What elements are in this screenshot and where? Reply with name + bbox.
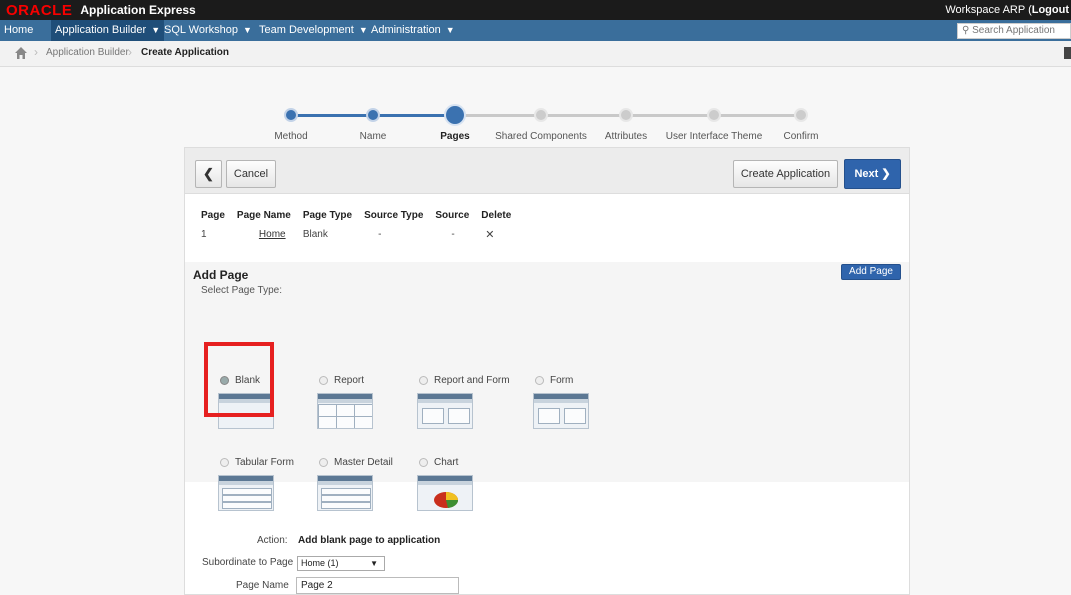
step-attributes-label: Attributes (604, 131, 648, 142)
wizard-toolbar: ❮ Cancel Create Application Next ❯ (185, 148, 909, 194)
chevron-down-icon: ▼ (445, 25, 455, 35)
page-type-label: Form (550, 375, 574, 386)
radio-button[interactable] (535, 376, 544, 385)
workspace-name: Workspace ARP (945, 4, 1025, 16)
pages-table: Page Page Name Page Type Source Type Sou… (201, 210, 523, 241)
cancel-button[interactable]: Cancel (226, 160, 276, 188)
nav-administration[interactable]: Administration ▼ (367, 20, 459, 41)
add-page-button[interactable]: Add Page (841, 264, 901, 280)
form-page-thumbnail[interactable] (533, 393, 589, 429)
page-name-field[interactable]: Page 2 (296, 577, 459, 594)
product-name: Application Express (80, 3, 196, 17)
step-name-label: Name (359, 131, 387, 142)
chevron-down-icon: ▼ (243, 25, 252, 35)
report-and-form-thumbnail[interactable] (417, 393, 473, 429)
page-type-label: Tabular Form (235, 457, 294, 468)
subordinate-label: Subordinate to Page (202, 557, 294, 568)
search-placeholder: Search Application (972, 25, 1055, 36)
page-type-label: Chart (434, 457, 459, 468)
progress-line (373, 114, 455, 117)
next-label: Next (854, 168, 879, 180)
select-page-type-label: Select Page Type: (201, 285, 282, 296)
action-label: Action: (257, 535, 288, 546)
chevron-right-icon: ❯ (881, 168, 891, 180)
page-type-label: Report (334, 375, 365, 386)
step-shared-components-dot (534, 108, 548, 122)
wizard-progress: Method Name Pages Shared Components Attr… (0, 67, 1071, 147)
column-header: Source (435, 210, 470, 221)
create-app-panel: ❮ Cancel Create Application Next ❯ Page … (184, 147, 910, 595)
subordinate-page-value: Home (1) (301, 558, 339, 568)
page-type-label: Report and Form (434, 375, 510, 386)
subordinate-page-select[interactable]: Home (1) ▼ (297, 556, 385, 571)
breadcrumb-separator: › (128, 45, 132, 59)
wizard-stage: Method Name Pages Shared Components Attr… (0, 67, 1071, 595)
action-value: Add blank page to application (298, 535, 441, 546)
step-ui-theme-label: User Interface Theme (665, 131, 763, 142)
dropdown-arrow-icon: ▼ (370, 559, 378, 568)
source-type-cell: - (378, 229, 382, 240)
step-method-dot (284, 108, 298, 122)
add-page-title: Add Page (193, 268, 249, 282)
nav-application-builder[interactable]: Application Builder ▼ (51, 20, 165, 41)
delete-icon[interactable]: ✕ (481, 225, 523, 241)
nav-sql-workshop[interactable]: SQL Workshop ▼ (160, 20, 256, 41)
app-header: ORACLE Application Express Workspace ARP… (0, 0, 1071, 20)
nav-team-development[interactable]: Team Development ▼ (255, 20, 372, 41)
table-header-row: Page Page Name Page Type Source Type Sou… (201, 210, 523, 225)
column-header: Source Type (364, 210, 424, 221)
home-icon[interactable] (14, 46, 28, 60)
table-row: 1 Home Blank - - ✕ (201, 225, 523, 241)
radio-button[interactable] (419, 376, 428, 385)
next-button[interactable]: Next ❯ (844, 159, 901, 189)
column-header: Page Name (236, 210, 291, 221)
master-detail-thumbnail[interactable] (317, 475, 373, 511)
radio-button[interactable] (319, 376, 328, 385)
tabular-form-thumbnail[interactable] (218, 475, 274, 511)
chevron-down-icon: ▼ (151, 25, 161, 35)
report-page-thumbnail[interactable] (317, 393, 373, 429)
page-name-label: Page Name (236, 580, 289, 591)
logout-link[interactable]: Logout (1032, 4, 1069, 16)
main-nav: Home Application Builder ▼ SQL Workshop … (0, 20, 1071, 41)
step-method-label: Method (274, 131, 308, 142)
progress-line (291, 114, 373, 117)
step-ui-theme-dot (707, 108, 721, 122)
step-confirm-label: Confirm (783, 131, 819, 142)
step-confirm-dot (794, 108, 808, 122)
step-shared-components-label: Shared Components (495, 131, 587, 142)
panel-toggle-icon[interactable] (1064, 47, 1071, 59)
selection-highlight-box (204, 342, 274, 417)
radio-button[interactable] (319, 458, 328, 467)
workspace-info: Workspace ARP (Logout (945, 4, 1069, 16)
nav-home[interactable]: Home (0, 20, 37, 41)
chart-page-thumbnail[interactable] (417, 475, 473, 511)
step-pages-label: Pages (440, 131, 470, 142)
radio-button[interactable] (419, 458, 428, 467)
step-pages-dot (444, 104, 466, 126)
breadcrumb-application-builder[interactable]: Application Builder (46, 47, 129, 58)
breadcrumb-separator: › (34, 45, 38, 59)
oracle-logo: ORACLE Application Express (6, 1, 196, 19)
page-name-link[interactable]: Home (237, 225, 303, 241)
add-page-section: Add Page Select Page Type: Add Page (185, 262, 909, 482)
breadcrumb-create-application: Create Application (141, 47, 229, 58)
column-header: Page Type (302, 210, 353, 221)
oracle-logo-text: ORACLE (6, 1, 73, 19)
back-button[interactable]: ❮ (195, 160, 222, 188)
step-attributes-dot (619, 108, 633, 122)
step-name-dot (366, 108, 380, 122)
search-icon: ⚲ (962, 25, 970, 36)
column-header: Page (201, 210, 225, 221)
radio-button[interactable] (220, 458, 229, 467)
breadcrumb: › Application Builder › Create Applicati… (0, 41, 1071, 67)
pie-chart-icon (434, 492, 459, 508)
page-type-label: Master Detail (334, 457, 393, 468)
search-input[interactable]: ⚲ Search Application (957, 23, 1071, 39)
source-cell: - (451, 229, 455, 240)
page-number-cell: 1 (201, 229, 207, 240)
column-header: Delete (481, 210, 512, 221)
create-application-button[interactable]: Create Application (733, 160, 838, 188)
page-type-cell: Blank (302, 229, 328, 240)
